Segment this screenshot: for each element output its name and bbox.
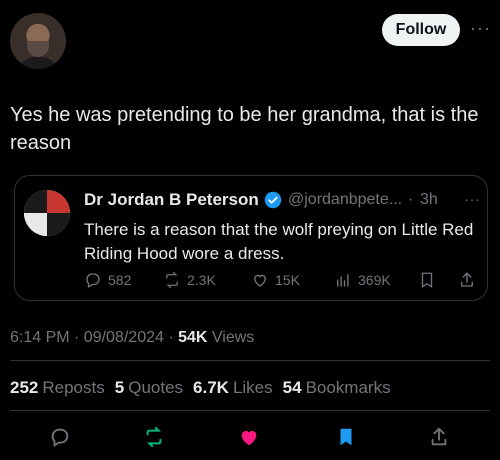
avatar-quadrant	[24, 213, 47, 236]
reply-icon	[86, 273, 100, 288]
quoted-tweet-text: There is a reason that the wolf preying …	[84, 220, 474, 263]
quotes-label: Quotes	[128, 378, 184, 397]
likes-stat[interactable]: 6.7K Likes	[193, 378, 273, 398]
avatar-beard	[27, 41, 49, 57]
timestamp[interactable]: 6:14 PM · 09/08/2024 ·	[10, 329, 178, 346]
follow-button[interactable]: Follow	[382, 14, 460, 46]
avatar-quadrant	[47, 213, 70, 236]
views-count: 54K	[178, 329, 208, 346]
quoted-author-name[interactable]: Dr Jordan B Peterson	[84, 190, 259, 210]
bookmark-icon[interactable]	[418, 271, 436, 289]
repost-icon	[166, 271, 178, 289]
quoted-author-avatar[interactable]	[24, 190, 70, 236]
quoted-time[interactable]: 3h	[420, 191, 438, 209]
avatar-shirt	[16, 57, 60, 69]
separator-dot: ·	[408, 191, 414, 208]
reposts-label: Reposts	[42, 378, 105, 397]
views-icon	[337, 274, 349, 287]
quoted-like-action[interactable]: 15K	[251, 271, 300, 289]
quoted-views-action[interactable]: 369K	[334, 271, 391, 289]
verified-badge-icon	[264, 191, 282, 209]
bookmarks-stat[interactable]: 54 Bookmarks	[283, 378, 391, 398]
avatar-quadrant	[47, 190, 70, 213]
quoted-like-count: 15K	[275, 272, 300, 288]
quotes-stat[interactable]: 5 Quotes	[115, 378, 183, 398]
bookmarks-label: Bookmarks	[305, 378, 391, 397]
author-avatar[interactable]	[10, 13, 66, 69]
repost-icon[interactable]	[143, 426, 165, 448]
reply-icon[interactable]	[49, 426, 71, 448]
bookmark-icon[interactable]	[335, 426, 357, 448]
divider	[10, 360, 490, 361]
reposts-stat[interactable]: 252 Reposts	[10, 378, 105, 398]
quoted-more-icon[interactable]: ···	[464, 191, 481, 207]
quoted-repost-count: 2.3K	[187, 272, 216, 288]
tweet-text: Yes he was pretending to be her grandma,…	[10, 104, 479, 154]
quoted-reply-count: 582	[108, 272, 132, 288]
tweet-meta: 6:14 PM · 09/08/2024 · 54K Views	[10, 329, 254, 347]
quotes-count: 5	[114, 378, 125, 397]
quoted-reply-action[interactable]: 582	[84, 271, 131, 289]
like-icon[interactable]	[238, 426, 260, 448]
views-label: Views	[207, 329, 255, 346]
divider	[10, 410, 490, 411]
reposts-count: 252	[10, 378, 39, 397]
more-options-icon[interactable]: ···	[470, 18, 491, 39]
likes-count: 6.7K	[193, 378, 229, 397]
quoted-author-handle[interactable]: @jordanbpete...	[288, 191, 402, 209]
quoted-repost-action[interactable]: 2.3K	[163, 271, 216, 289]
share-icon[interactable]	[428, 426, 450, 448]
likes-label: Likes	[232, 378, 273, 397]
avatar-quadrant	[24, 190, 47, 213]
share-icon[interactable]	[458, 271, 476, 289]
engagement-stats: 252 Reposts 5 Quotes 6.7K Likes 54 Bookmarks	[10, 378, 391, 398]
like-icon	[254, 274, 266, 287]
quoted-views-count: 369K	[358, 272, 391, 288]
bookmarks-count: 54	[282, 378, 302, 397]
